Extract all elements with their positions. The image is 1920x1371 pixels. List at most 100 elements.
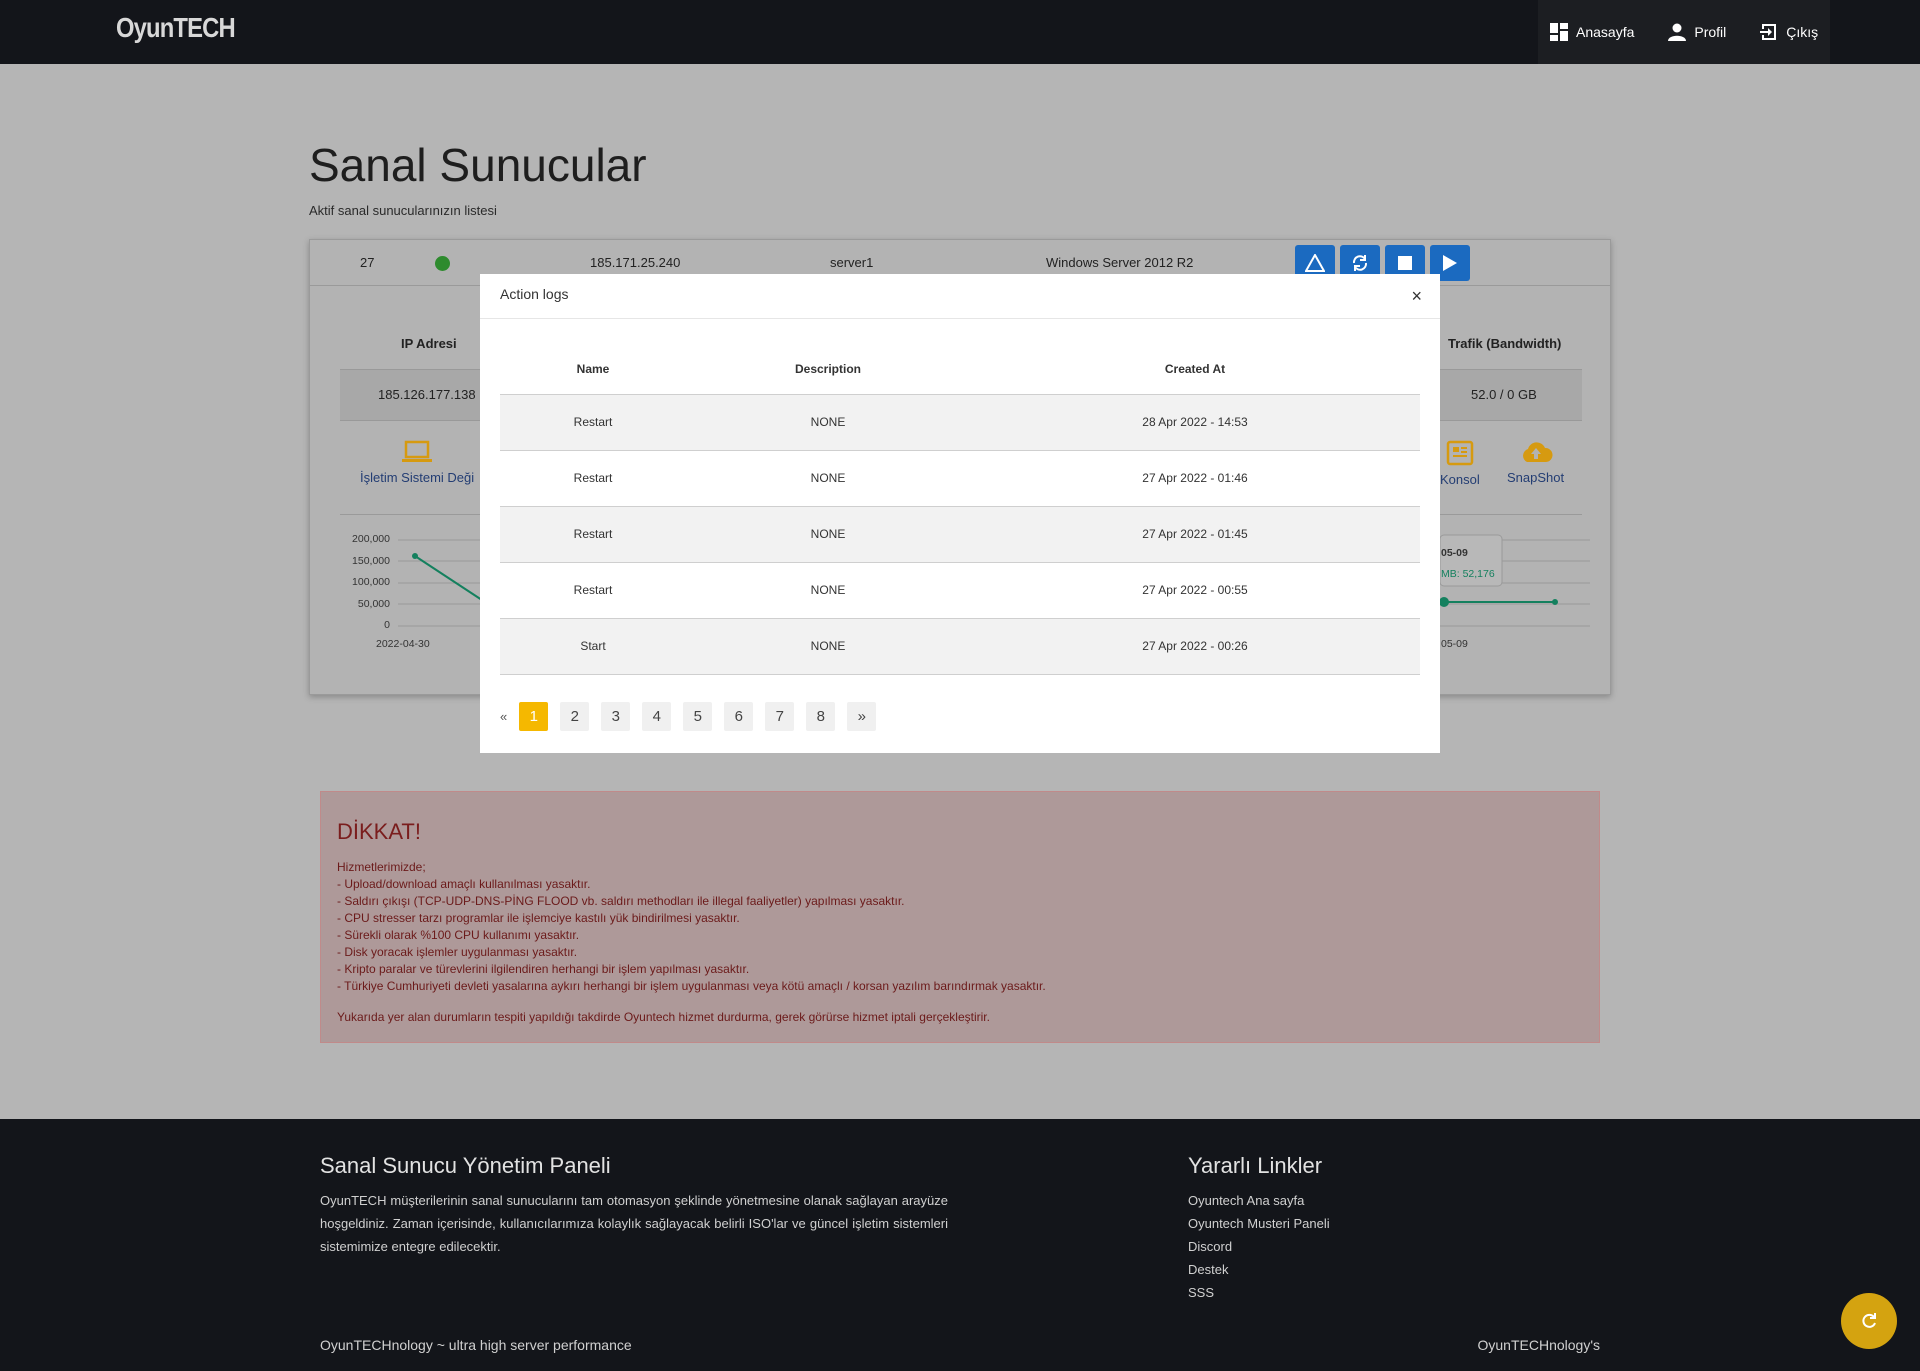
page-button-5[interactable]: 5 — [683, 702, 713, 731]
footer-link[interactable]: SSS — [1188, 1281, 1330, 1304]
page-button-1[interactable]: 1 — [519, 702, 549, 731]
user-icon — [1668, 23, 1687, 41]
page-button-4[interactable]: 4 — [642, 702, 672, 731]
logout-icon — [1760, 24, 1777, 40]
tool-snapshot[interactable]: SnapShot — [1507, 440, 1564, 485]
pagination: « 1 2 3 4 5 6 7 8 » — [500, 702, 888, 731]
table-row: Restart NONE 27 Apr 2022 - 00:55 — [500, 562, 1420, 619]
refresh-icon — [1862, 1313, 1876, 1328]
usage-line — [414, 555, 488, 605]
action-logs-table: Name Description Created At Restart NONE… — [500, 344, 1420, 675]
nav-label-cikis: Çıkış — [1786, 24, 1819, 40]
footer-tagline: OyunTECHnology ~ ultra high server perfo… — [320, 1337, 632, 1353]
warning-line: - Türkiye Cumhuriyeti devleti yasalarına… — [337, 979, 1046, 993]
cell-name: Restart — [500, 394, 686, 451]
usage-point — [412, 553, 418, 559]
page-button-8[interactable]: 8 — [806, 702, 836, 731]
page-button-7[interactable]: 7 — [765, 702, 795, 731]
footer-copyright: OyunTECHnology's — [1477, 1337, 1601, 1353]
footer-link[interactable]: Oyuntech Musteri Paneli — [1188, 1212, 1330, 1235]
x-tick-label: 05-09 — [1441, 638, 1468, 650]
y-tick-label: 200,000 — [352, 533, 390, 545]
nav-item-cikis[interactable]: Çıkış — [1760, 23, 1818, 41]
action-logs-modal: Action logs × Name Description Created A… — [480, 274, 1440, 753]
cell-name: Restart — [500, 562, 686, 619]
warning-line: - Kripto paralar ve türevlerini ilgilend… — [337, 962, 750, 976]
server-os: Windows Server 2012 R2 — [1046, 255, 1194, 270]
restart-icon — [1352, 255, 1368, 271]
footer-left-title: Sanal Sunucu Yönetim Paneli — [320, 1153, 611, 1178]
status-indicator — [435, 256, 450, 271]
footer-link[interactable]: Oyuntech Ana sayfa — [1188, 1189, 1330, 1212]
tooltip-value: MB: 52,176 — [1441, 568, 1495, 580]
page-button-6[interactable]: 6 — [724, 702, 754, 731]
nav-label-profil: Profil — [1694, 24, 1727, 40]
tool-label-os: İşletim Sistemi Deği — [360, 470, 475, 485]
y-tick-label: 150,000 — [352, 555, 390, 567]
nav-item-profil[interactable]: Profil — [1668, 23, 1726, 41]
console-icon — [1446, 440, 1474, 466]
table-row: Start NONE 27 Apr 2022 - 00:26 — [500, 618, 1420, 675]
footer-link[interactable]: Discord — [1188, 1235, 1330, 1258]
cell-description: NONE — [686, 394, 970, 451]
cell-description: NONE — [686, 562, 970, 619]
footer-description: OyunTECH müşterilerinin sanal sunucuları… — [320, 1193, 948, 1254]
cell-created-at: 27 Apr 2022 - 00:55 — [970, 562, 1420, 619]
server-name: server1 — [830, 255, 874, 270]
table-row: Restart NONE 28 Apr 2022 - 14:53 — [500, 394, 1420, 451]
nav-links: Anasayfa Profil Çıkış — [1538, 0, 1830, 64]
page-next[interactable]: » — [847, 702, 877, 731]
cloud-upload-icon — [1522, 442, 1553, 462]
warning-line: Hizmetlerimizde; — [337, 860, 426, 874]
page-prev[interactable]: « — [500, 709, 507, 724]
stop-icon — [1398, 256, 1412, 270]
column-header-description: Description — [686, 344, 970, 395]
footer-links: Oyuntech Ana sayfa Oyuntech Musteri Pane… — [1188, 1189, 1330, 1304]
info-header-ip: IP Adresi — [401, 336, 457, 351]
y-tick-label: 0 — [384, 619, 390, 631]
cell-name: Restart — [500, 450, 686, 507]
warning-line: - Disk yoracak işlemler uygulanması yasa… — [337, 945, 578, 959]
table-header-row: Name Description Created At — [500, 344, 1420, 395]
play-icon — [1443, 255, 1457, 271]
y-tick-label: 50,000 — [357, 598, 390, 610]
warning-icon — [1305, 254, 1325, 272]
page-button-3[interactable]: 3 — [601, 702, 631, 731]
warning-footer: Yukarıda yer alan durumların tespiti yap… — [337, 1010, 990, 1024]
tooltip-date: 05-09 — [1441, 547, 1468, 559]
warning-line: - CPU stresser tarzı programlar ile işle… — [337, 911, 740, 925]
page-button-2[interactable]: 2 — [560, 702, 590, 731]
footer-right-title: Yararlı Linkler — [1188, 1153, 1323, 1178]
tool-label-console: Konsol — [1440, 472, 1480, 487]
footer-link[interactable]: Destek — [1188, 1258, 1330, 1281]
page-footer: Sanal Sunucu Yönetim Paneli OyunTECH müş… — [0, 1119, 1920, 1371]
cell-description: NONE — [686, 618, 970, 675]
cell-created-at: 27 Apr 2022 - 01:46 — [970, 450, 1420, 507]
cell-name: Start — [500, 618, 686, 675]
brand-logo[interactable]: OyunTECH — [116, 12, 236, 44]
tool-console[interactable]: Konsol — [1440, 440, 1480, 487]
warning-line: - Upload/download amaçlı kullanılması ya… — [337, 877, 591, 891]
warning-line: - Saldırı çıkışı (TCP-UDP-DNS-PİNG FLOOD… — [337, 894, 905, 908]
refresh-button[interactable] — [1841, 1293, 1897, 1349]
cell-description: NONE — [686, 450, 970, 507]
usage-point — [1440, 597, 1449, 607]
info-value-ip: 185.126.177.138 — [378, 387, 476, 402]
table-row: Restart NONE 27 Apr 2022 - 01:45 — [500, 506, 1420, 563]
server-id: 27 — [360, 255, 375, 270]
left-usage-chart — [398, 539, 488, 627]
tool-label-snapshot: SnapShot — [1507, 470, 1565, 485]
server-ip: 185.171.25.240 — [590, 255, 681, 270]
nav-item-anasayfa[interactable]: Anasayfa — [1550, 23, 1634, 41]
modal-title: Action logs — [500, 286, 569, 302]
cell-created-at: 27 Apr 2022 - 01:45 — [970, 506, 1420, 563]
cell-created-at: 27 Apr 2022 - 00:26 — [970, 618, 1420, 675]
close-icon[interactable]: × — [1411, 286, 1422, 307]
table-row: Restart NONE 27 Apr 2022 - 01:46 — [500, 450, 1420, 507]
warning-line: - Sürekli olarak %100 CPU kullanımı yasa… — [337, 928, 580, 942]
warning-title: DİKKAT! — [337, 819, 421, 844]
dashboard-icon — [1550, 23, 1568, 41]
usage-point — [1552, 599, 1558, 605]
tool-os-change[interactable]: İşletim Sistemi Deği — [360, 440, 474, 485]
modal-divider — [480, 318, 1440, 319]
